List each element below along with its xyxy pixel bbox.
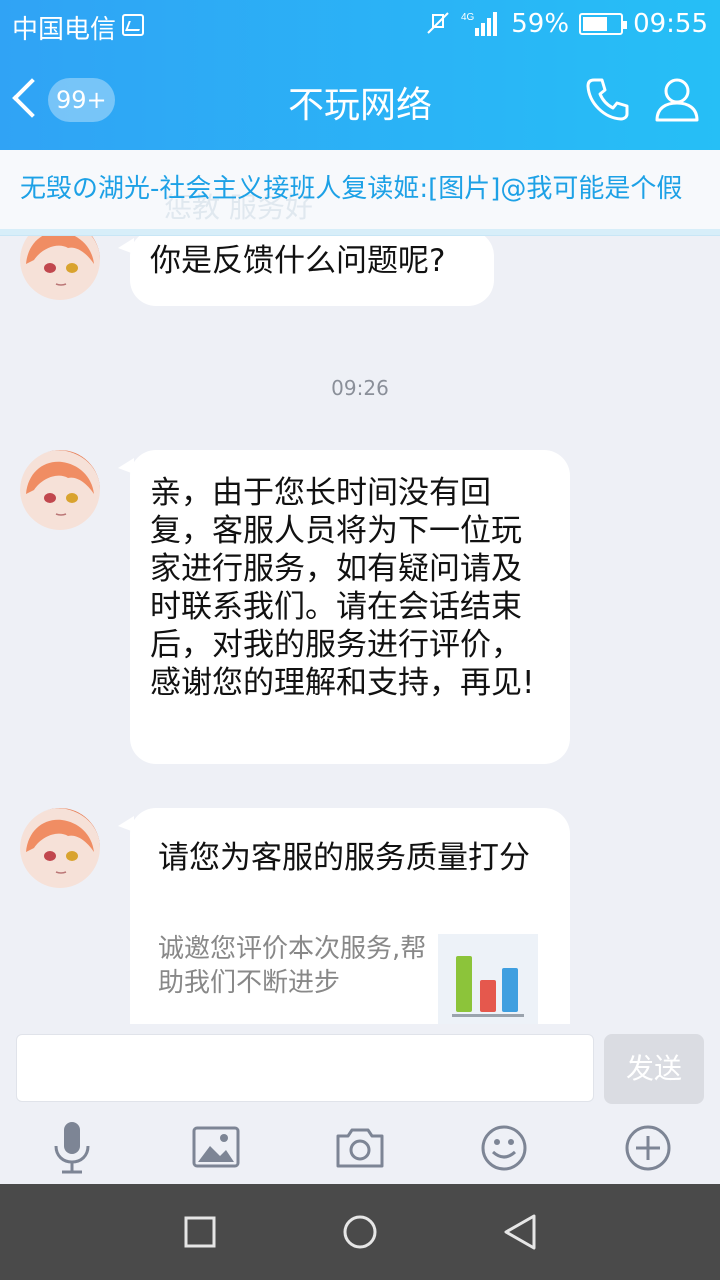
emoji-icon[interactable] (476, 1120, 532, 1176)
recent-apps-icon[interactable] (176, 1208, 224, 1256)
svg-text:4G: 4G (461, 12, 475, 23)
bar-chart-icon (438, 934, 538, 1026)
message-input[interactable] (16, 1034, 594, 1102)
profile-icon[interactable] (652, 74, 702, 124)
status-bar: 中国电信 4G 59% 09:55 (0, 0, 720, 50)
image-icon[interactable] (188, 1120, 244, 1176)
input-toolbar (0, 1120, 720, 1176)
message-text: 亲，由于您长时间没有回复，客服人员将为下一位玩家进行服务，如有疑问请及时联系我们… (150, 475, 535, 701)
chat-area[interactable]: 你是反馈什么问题呢? 09:26 亲，由于您长时间没有回复，客服人员将为下一位玩… (0, 236, 720, 1026)
system-navbar (0, 1184, 720, 1280)
rating-card-title: 请您为客服的服务质量打分 (158, 840, 530, 876)
avatar[interactable] (20, 808, 100, 888)
notice-banner[interactable]: 惩教 服务好 无毁の湖光-社会主义接班人复读姬:[图片]@我可能是个假 (0, 150, 720, 236)
back-nav-icon[interactable] (496, 1208, 544, 1256)
time-divider: 09:26 (331, 376, 389, 400)
battery-percent: 59% (511, 9, 570, 39)
phone-icon[interactable] (582, 74, 632, 124)
notice-text: 无毁の湖光-社会主义接班人复读姬:[图片]@我可能是个假 (20, 174, 683, 204)
camera-icon[interactable] (332, 1120, 388, 1176)
screenshot-icon (122, 14, 144, 36)
app-header: 中国电信 4G 59% 09:55 99+ 不玩网络 (0, 0, 720, 150)
rating-card-description: 诚邀您评价本次服务,帮助我们不断进步 (158, 934, 427, 998)
plus-icon[interactable] (620, 1120, 676, 1176)
status-right: 4G 59% 09:55 (425, 9, 708, 39)
microphone-icon[interactable] (44, 1120, 100, 1176)
message-bubble[interactable]: 你是反馈什么问题呢? (118, 236, 494, 306)
signal-icon: 4G (461, 12, 498, 36)
avatar[interactable] (20, 236, 100, 300)
home-icon[interactable] (336, 1208, 384, 1256)
send-button[interactable]: 发送 (604, 1034, 704, 1104)
composer: 发送 (0, 1024, 720, 1184)
battery-icon (579, 13, 628, 35)
message-text: 你是反馈什么问题呢? (150, 243, 446, 279)
status-time: 09:55 (633, 9, 708, 39)
mute-icon (427, 12, 449, 34)
message-bubble[interactable]: 亲，由于您长时间没有回复，客服人员将为下一位玩家进行服务，如有疑问请及时联系我们… (118, 450, 570, 764)
avatar[interactable] (20, 450, 100, 530)
carrier-label: 中国电信 (12, 15, 117, 45)
rating-card[interactable]: 请您为客服的服务质量打分 诚邀您评价本次服务,帮助我们不断进步 (118, 808, 570, 1026)
